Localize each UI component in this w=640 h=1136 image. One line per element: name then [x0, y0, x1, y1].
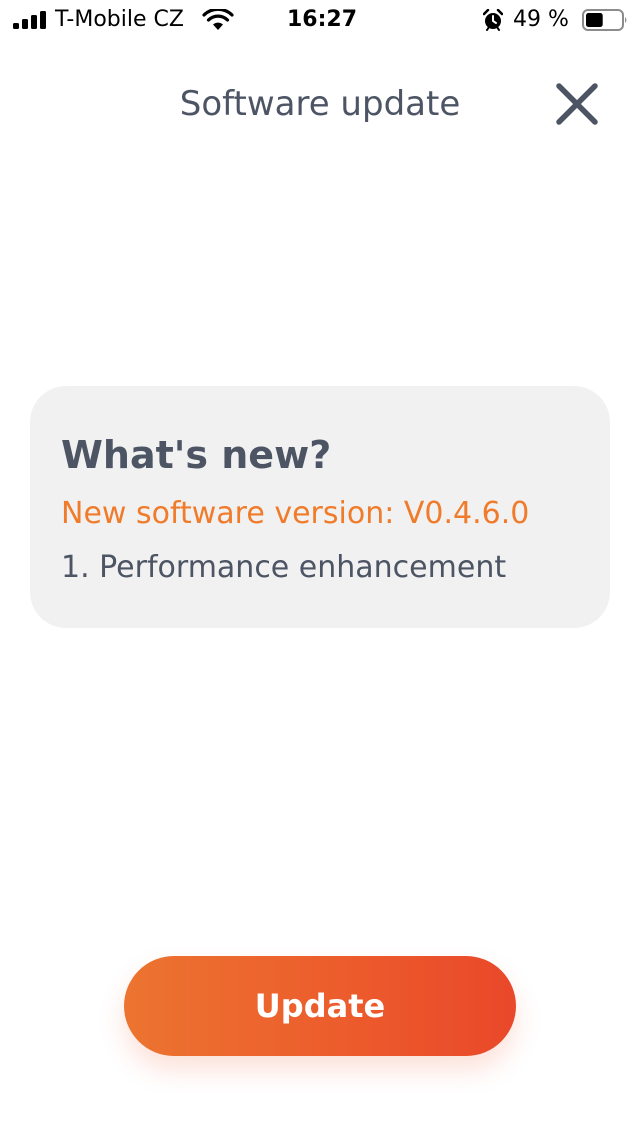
software-update-screen: T-Mobile CZ 16:27 49 % Software update W…	[0, 0, 640, 1136]
whats-new-heading: What's new?	[61, 433, 332, 477]
clock-time: 16:27	[287, 7, 358, 32]
alarm-icon	[483, 9, 503, 31]
changelog-item: 1. Performance enhancement	[61, 550, 507, 585]
battery-icon	[582, 9, 627, 31]
status-bar: T-Mobile CZ 16:27 49 %	[0, 0, 640, 42]
signal-icon	[13, 11, 46, 29]
software-version-text: New software version: V0.4.6.0	[61, 496, 530, 531]
page-title: Software update	[179, 84, 461, 124]
battery-percentage: 49 %	[513, 7, 569, 32]
whats-new-card: What's new? New software version: V0.4.6…	[30, 386, 610, 628]
update-button-label: Update	[254, 987, 386, 1025]
update-button[interactable]: Update	[124, 956, 516, 1056]
carrier-name: T-Mobile CZ	[55, 7, 184, 32]
close-button[interactable]	[552, 79, 602, 129]
wifi-icon	[202, 9, 234, 30]
close-icon	[556, 83, 598, 125]
